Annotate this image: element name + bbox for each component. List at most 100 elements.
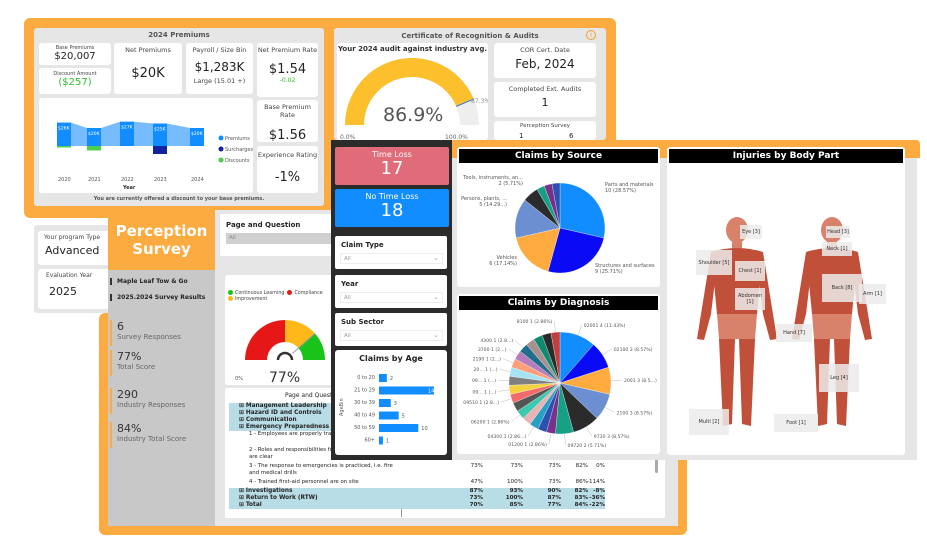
diagnosis-slice-label: 09720 2 (5.71%) <box>568 443 607 449</box>
page-question-filter[interactable]: Page and Question All <box>220 214 340 256</box>
payroll-value: $1,283K <box>194 60 245 74</box>
table-row[interactable]: ⊞ Return to Work (RTW) 73% 100% 87% 83% -36% <box>229 495 605 502</box>
cert-date-label: COR Cert. Date <box>520 46 570 54</box>
audit-gauge-card: Your 2024 audit against industry avg. 86… <box>337 43 488 140</box>
claims-filter[interactable]: Claim Type All ⌄ <box>335 236 447 269</box>
legend-item: Compliance <box>287 290 323 296</box>
premiums-chart-card: $26K 2020 $20K 2021 $27K 2022 $25K 2023 $20K 2024… <box>39 98 253 193</box>
diagnosis-slice-label: 04300 1 (2.86...) <box>488 434 527 440</box>
body-part-label[interactable]: Hand [7] <box>776 324 812 342</box>
net-rate-value: $1.54 <box>268 62 307 77</box>
audits-card: Completed Ext. Audits 1 <box>494 82 596 117</box>
diagnosis-slice-label: 01200 1 (2.86%) <box>508 442 547 448</box>
body-part-label[interactable]: Back [8] <box>822 274 862 302</box>
filter-label: Sub Sector <box>341 318 385 326</box>
filter-dropdown[interactable]: All ⌄ <box>340 330 443 341</box>
filter-dropdown[interactable]: All ⌄ <box>340 253 443 264</box>
experience-value: -1% <box>274 170 301 185</box>
row-value: 100% <box>507 479 523 485</box>
body-part-label[interactable]: Chest [1] <box>735 261 765 281</box>
diagnosis-slice-label: 02100 3 (8.57%) <box>614 347 653 353</box>
experience-card: Experience Rating -1% <box>257 146 318 193</box>
age-bar <box>379 399 391 407</box>
age-data-label: 10 <box>421 426 427 432</box>
row-value: 82% <box>575 463 588 469</box>
body-part-label[interactable]: Neck [1] <box>822 242 852 256</box>
body-part-label[interactable]: Multi [2] <box>689 409 729 435</box>
body-part-label[interactable]: Eye [3] <box>740 225 762 239</box>
leader-line <box>604 406 615 413</box>
base-premiums-value: $20,007 <box>54 51 96 62</box>
row-value: 0% <box>596 463 605 469</box>
body-part-label[interactable]: Abdomen [1] <box>735 288 765 310</box>
diagnosis-slice-label: 09510 1 (2.8...) <box>463 400 499 406</box>
survey-results-text: 2025.2024 Survey Results <box>117 294 206 301</box>
claims-filter[interactable]: Sub Sector All ⌄ <box>335 313 447 346</box>
cor-panel: Certificate of Recognition & Audits i Yo… <box>334 28 606 140</box>
no-time-loss-value: 18 <box>380 200 404 221</box>
table-row[interactable]: ⊞ Total 70% 85% 77% 84% -22% <box>229 502 605 509</box>
claims-by-age-card: Claims by Age 0 to 20 2 21 to 29 14 30 to 39… <box>335 350 447 455</box>
info-icon[interactable]: i <box>586 30 596 40</box>
gauge-value: 86.9% <box>383 104 443 126</box>
time-loss-card: Time Loss 17 <box>335 147 449 185</box>
gauge-segment <box>245 320 285 360</box>
table-row[interactable]: ⊞ Investigations 87% 93% 90% 82% -8% <box>229 488 605 495</box>
legend-label: Premiums <box>225 136 250 142</box>
body-part-label[interactable]: Shoulder [5] <box>696 250 732 275</box>
leader-line <box>499 369 511 372</box>
row-value: 73% <box>548 479 561 485</box>
payroll-card: Payroll / Size Bin $1,283K Large (15.01 … <box>186 43 253 94</box>
eval-year-card: Evaluation Year 2025 <box>38 269 114 309</box>
legend-label: Discounts <box>225 158 250 164</box>
premium-bar <box>87 128 101 146</box>
body-part-label[interactable]: Foot [1] <box>774 414 818 432</box>
age-tick: 30 to 39 <box>354 400 375 406</box>
table-row[interactable]: 3 - The response to emergencies is pract… <box>229 463 605 479</box>
body-part-label[interactable]: Arm [1] <box>859 284 886 304</box>
row-value: 73% <box>469 495 483 501</box>
body-part-label[interactable]: Head [3] <box>826 226 850 238</box>
row-value: -36% <box>589 495 605 501</box>
diagnosis-slice-label: 20... 1 (...) <box>474 367 498 373</box>
age-data-label: 1 <box>386 439 389 445</box>
right-leg <box>739 339 755 426</box>
survey-kpi: 6 Survey Responses <box>110 320 181 346</box>
leader-line <box>500 398 512 403</box>
age-bar <box>379 374 387 382</box>
neck <box>732 241 742 249</box>
row-value: 100% <box>505 495 523 501</box>
legend-item: Improvement <box>228 296 267 302</box>
gauge-min: 0% <box>235 376 243 382</box>
diagnosis-slice-label: 09... 1 (...) <box>472 378 496 384</box>
eval-year-label: Evaluation Year <box>46 272 93 279</box>
pelvis <box>717 314 757 339</box>
leader-line <box>515 340 524 348</box>
page-question-dropdown[interactable]: All <box>226 233 340 244</box>
kpi-value: 290 <box>117 388 138 401</box>
row-value: -22% <box>589 502 605 508</box>
row-value: 87% <box>469 488 483 494</box>
row-value: -114% <box>587 479 606 485</box>
survey-org: Maple Leaf Tow & Go <box>110 278 188 285</box>
premium-data-label: $25K <box>154 127 167 133</box>
premiums-footnote: You are currently offered a discount to … <box>93 196 265 202</box>
filter-dropdown[interactable]: All ⌄ <box>340 292 443 303</box>
kpi-label: Total Score <box>117 363 156 371</box>
base-premiums-card: Base Premiums $20,007 <box>39 43 111 65</box>
claims-filter[interactable]: Year All ⌄ <box>335 275 447 308</box>
table-row[interactable]: 4 - Trained first-aid personnel are on s… <box>229 479 605 488</box>
source-slice-value: 9 (25.71%) <box>595 269 623 275</box>
chevron-down-icon: ⌄ <box>433 293 439 301</box>
program-panel: Your program Type Advanced Evaluation Ye… <box>34 225 114 313</box>
x-axis-label: Year <box>122 185 136 191</box>
audits-label: Completed Ext. Audits <box>508 85 582 93</box>
body-part-label[interactable]: Leg [4] <box>819 364 859 392</box>
leader-line <box>502 358 514 364</box>
net-premiums-label: Net Premiums <box>125 46 171 54</box>
survey-results: 2025.2024 Survey Results <box>110 294 205 301</box>
front-body-figure <box>697 217 777 426</box>
claims-by-age-title: Claims by Age <box>359 354 423 363</box>
age-bar <box>379 436 383 445</box>
row-label: ⊞ Investigations <box>239 488 293 494</box>
